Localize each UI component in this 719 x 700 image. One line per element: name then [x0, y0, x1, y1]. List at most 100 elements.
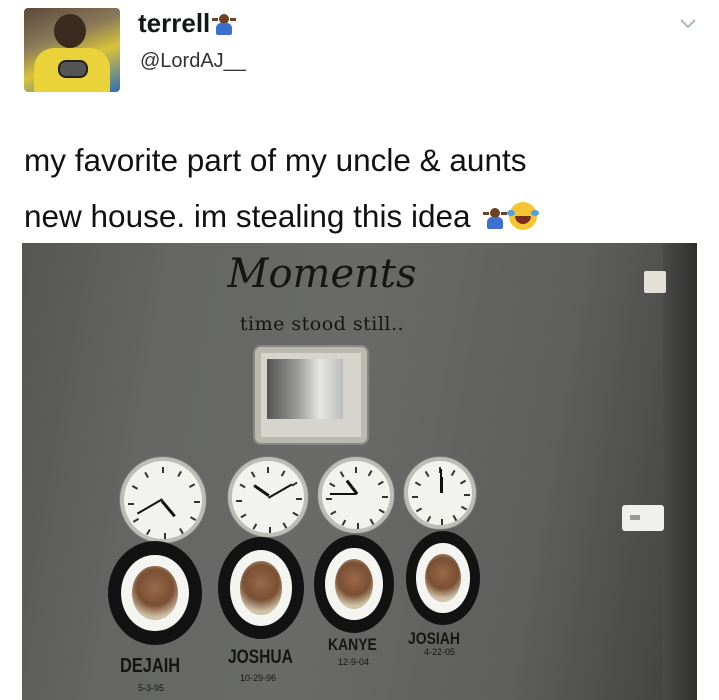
- tweet-text: my favorite part of my uncle & aunts new…: [24, 132, 714, 244]
- clock-minute-hand: [136, 498, 163, 515]
- clock-tick: [179, 527, 184, 535]
- tweet-text-line-2-text: new house. im stealing this idea: [24, 198, 471, 234]
- emoji-arm-left: [212, 17, 219, 21]
- clock-tick: [464, 494, 470, 496]
- clock-tick: [162, 467, 164, 473]
- clock-tick: [131, 485, 139, 490]
- tweet-header: terrell @LordAJ__: [0, 0, 719, 110]
- person-shrugging-emoji-icon: [483, 207, 508, 229]
- clock-tick: [146, 528, 151, 536]
- clock-tick: [382, 496, 388, 498]
- clock-minute-hand: [330, 493, 356, 495]
- clock-tick: [282, 522, 288, 529]
- person-shrugging-emoji-icon: [212, 13, 237, 35]
- clock-tick: [177, 470, 182, 478]
- clock-tick: [280, 470, 286, 477]
- emoji-arm-left: [483, 212, 490, 215]
- wall-clock: [318, 457, 394, 533]
- avatar[interactable]: [24, 8, 120, 92]
- clock-tick: [341, 519, 347, 526]
- portrait-frame: [218, 537, 304, 639]
- clock-tick: [450, 469, 456, 477]
- portrait-frame: [406, 531, 480, 625]
- tweet-text-line-1: my favorite part of my uncle & aunts: [24, 142, 527, 178]
- clock-hour-hand: [160, 500, 176, 517]
- clock-tick: [460, 505, 468, 511]
- clock-tick: [189, 516, 197, 521]
- portrait-name-label: DEJAIH: [120, 655, 181, 677]
- portrait-photo: [240, 561, 282, 615]
- avatar-goggle: [58, 60, 88, 78]
- clock-tick: [250, 471, 256, 478]
- tweet-photo[interactable]: Moments time stood still.. DEJAIH 5-3-95 J…: [22, 243, 697, 700]
- clock-tick: [452, 514, 458, 522]
- clock-tick: [164, 533, 166, 539]
- portrait-frame: [314, 535, 394, 633]
- clock-tick: [367, 470, 373, 477]
- wall-edge-shadow: [663, 243, 697, 700]
- clock-tick: [267, 467, 269, 473]
- wall-clock: [120, 457, 206, 543]
- clock-tick: [240, 513, 247, 519]
- clock-tick: [377, 480, 384, 486]
- clock-tick: [355, 467, 357, 473]
- clock-tick: [252, 523, 258, 530]
- emoji-body: [216, 22, 233, 35]
- clock-tick: [414, 481, 422, 487]
- clock-tick: [236, 500, 242, 502]
- portrait-date-label: 12-9-04: [338, 657, 370, 667]
- portrait-frame: [108, 541, 202, 645]
- clock-tick: [132, 518, 140, 523]
- wall-clock: [404, 457, 476, 529]
- clock-tick: [326, 498, 332, 500]
- wall-clock: [228, 457, 308, 537]
- author-name-row[interactable]: terrell: [138, 8, 237, 39]
- emoji-arm-right: [230, 17, 237, 21]
- portrait-date-label: 10-29-96: [240, 673, 277, 683]
- portrait-name-label: KANYE: [328, 635, 377, 654]
- avatar-face: [54, 14, 86, 48]
- portrait-date-label: 4-22-05: [424, 647, 456, 657]
- clock-tick: [459, 479, 467, 485]
- wall-outlet: [644, 271, 666, 293]
- clock-minute-hand: [440, 469, 442, 493]
- thermostat: [622, 505, 664, 531]
- clock-tick: [128, 503, 134, 505]
- clock-tick: [412, 496, 418, 498]
- author-display-name[interactable]: terrell: [138, 8, 210, 39]
- tweet-text-line-2: new house. im stealing this idea: [24, 188, 714, 244]
- clock-tick: [329, 482, 336, 488]
- wedding-photo: [267, 359, 343, 419]
- clock-tick: [188, 483, 196, 488]
- clock-tick: [194, 501, 200, 503]
- clock-tick: [441, 519, 443, 525]
- clock-tick: [239, 483, 246, 489]
- clock-tick: [269, 527, 271, 533]
- clock-tick: [378, 508, 385, 514]
- clock-tick: [369, 518, 375, 525]
- clock-tick: [292, 511, 299, 517]
- clock-hour-hand: [253, 484, 270, 497]
- emoji-body: [487, 217, 504, 229]
- clock-tick: [415, 507, 423, 513]
- portrait-name-label: JOSIAH: [408, 629, 460, 648]
- chevron-down-icon[interactable]: [678, 14, 698, 34]
- clock-tick: [296, 498, 302, 500]
- portrait-name-label: JOSHUA: [228, 647, 293, 668]
- wedding-photo-frame: [255, 347, 367, 443]
- face-with-tears-of-joy-emoji-icon: [507, 202, 540, 230]
- clock-tick: [330, 510, 337, 516]
- clock-tick: [424, 470, 430, 478]
- portrait-date-label: 5-3-95: [138, 683, 165, 693]
- emoji-tear-right: [531, 210, 540, 216]
- wall-decal-title: Moments: [227, 251, 417, 297]
- author-handle[interactable]: @LordAJ__: [140, 50, 246, 73]
- emoji-mouth: [515, 216, 532, 224]
- clock-minute-hand: [268, 483, 293, 499]
- clock-tick: [357, 523, 359, 529]
- portrait-photo: [425, 553, 461, 603]
- clock-tick: [426, 515, 432, 523]
- clock-tick: [144, 471, 149, 479]
- thermostat-display: [630, 515, 640, 520]
- emoji-tear-left: [507, 210, 516, 216]
